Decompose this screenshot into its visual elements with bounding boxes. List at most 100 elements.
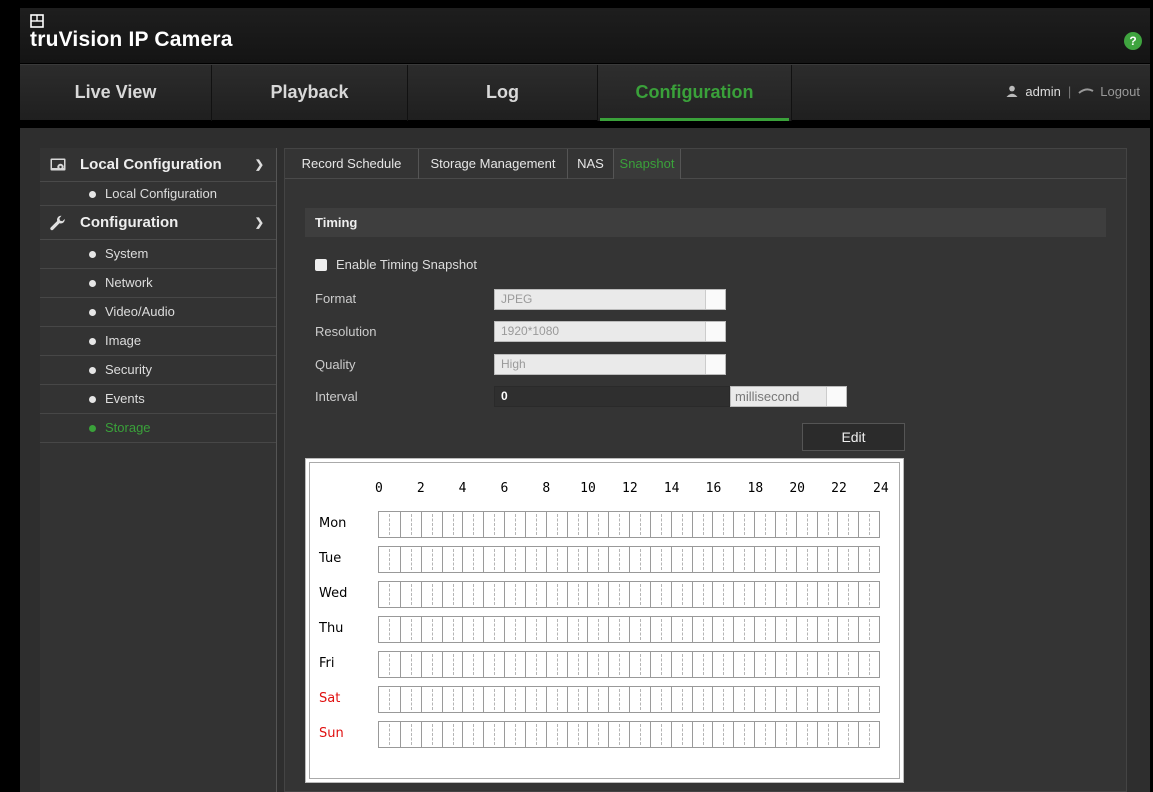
schedule-cell[interactable] [504,687,525,712]
schedule-cell[interactable] [670,547,692,572]
schedule-cell[interactable] [441,547,463,572]
tab-storage-management[interactable]: Storage Management [419,149,568,179]
schedule-cell[interactable] [795,652,817,677]
schedule-cell[interactable] [608,687,629,712]
schedule-cell[interactable] [420,547,442,572]
schedule-cell[interactable] [420,722,442,747]
schedule-cell[interactable] [629,582,650,607]
schedule-cell[interactable] [545,547,567,572]
schedule-cell[interactable] [774,617,796,642]
schedule-cell[interactable] [399,722,421,747]
enable-timing-snapshot-row[interactable]: Enable Timing Snapshot [315,257,477,272]
schedule-cell[interactable] [441,652,463,677]
sidebar-item-system[interactable]: System [40,240,276,269]
schedule-cell[interactable] [691,687,713,712]
schedule-cell[interactable] [566,512,588,537]
schedule-cell[interactable] [712,652,733,677]
schedule-cell[interactable] [462,687,483,712]
sidebar-item-network[interactable]: Network [40,269,276,298]
schedule-cell[interactable] [545,722,567,747]
schedule-cell[interactable] [462,722,483,747]
schedule-cell[interactable] [733,722,754,747]
chevron-down-icon[interactable]: ❯ [255,206,264,240]
schedule-cell[interactable] [858,582,879,607]
schedule-cell[interactable] [795,722,817,747]
schedule-cell[interactable] [774,652,796,677]
sidebar-item-storage[interactable]: Storage [40,414,276,443]
tab-playback[interactable]: Playback [212,65,408,121]
username[interactable]: admin [1025,84,1060,99]
help-icon[interactable]: ? [1124,32,1142,50]
schedule-cell[interactable] [795,617,817,642]
schedule-cell[interactable] [754,722,775,747]
schedule-cell[interactable] [566,617,588,642]
schedule-cell[interactable] [462,582,483,607]
tab-configuration[interactable]: Configuration [598,65,792,121]
schedule-cell[interactable] [858,617,879,642]
schedule-cell[interactable] [399,652,421,677]
schedule-cell[interactable] [566,722,588,747]
schedule-cell[interactable] [483,512,504,537]
schedule-cell[interactable] [816,547,838,572]
schedule-cell[interactable] [774,547,796,572]
schedule-cell[interactable] [441,687,463,712]
tab-record-schedule[interactable]: Record Schedule [285,149,419,179]
schedule-cell[interactable] [379,512,400,537]
schedule-cell[interactable] [733,547,754,572]
schedule-cell[interactable] [691,547,713,572]
sidebar-item-video-audio[interactable]: Video/Audio [40,298,276,327]
schedule-cell[interactable] [545,512,567,537]
schedule-cell[interactable] [858,687,879,712]
schedule-cell[interactable] [483,582,504,607]
schedule-cell[interactable] [712,687,733,712]
schedule-cell[interactable] [733,512,754,537]
schedule-cell[interactable] [379,617,400,642]
schedule-cell[interactable] [462,512,483,537]
schedule-cell[interactable] [754,512,775,537]
tab-nas[interactable]: NAS [568,149,614,179]
schedule-cell[interactable] [524,652,546,677]
schedule-cell[interactable] [524,582,546,607]
schedule-cell[interactable] [587,722,608,747]
schedule-cell[interactable] [733,687,754,712]
schedule-cell[interactable] [649,652,671,677]
schedule-cell[interactable] [816,652,838,677]
schedule-cell[interactable] [399,547,421,572]
schedule-cell[interactable] [774,582,796,607]
schedule-cell[interactable] [837,512,858,537]
schedule-cell[interactable] [587,652,608,677]
schedule-cell[interactable] [483,617,504,642]
schedule-cell[interactable] [837,582,858,607]
schedule-cell[interactable] [629,687,650,712]
schedule-cell[interactable] [649,582,671,607]
schedule-cell[interactable] [483,687,504,712]
schedule-cell[interactable] [587,547,608,572]
sidebar-item-local-configuration[interactable]: Local Configuration [40,182,276,206]
schedule-cell[interactable] [587,687,608,712]
schedule-cell[interactable] [608,722,629,747]
schedule-cell[interactable] [587,582,608,607]
schedule-cell[interactable] [649,617,671,642]
schedule-cell[interactable] [691,512,713,537]
schedule-cell[interactable] [837,722,858,747]
schedule-row[interactable] [378,616,880,643]
schedule-row[interactable] [378,721,880,748]
schedule-cell[interactable] [441,582,463,607]
schedule-cell[interactable] [587,512,608,537]
schedule-cell[interactable] [670,652,692,677]
schedule-cell[interactable] [795,547,817,572]
schedule-cell[interactable] [816,687,838,712]
schedule-cell[interactable] [524,687,546,712]
schedule-cell[interactable] [837,547,858,572]
schedule-cell[interactable] [691,722,713,747]
schedule-cell[interactable] [733,652,754,677]
logout-link[interactable]: Logout [1100,84,1140,99]
schedule-cell[interactable] [504,582,525,607]
chevron-down-icon[interactable]: ❯ [255,148,264,182]
schedule-cell[interactable] [545,687,567,712]
schedule-cell[interactable] [858,547,879,572]
schedule-cell[interactable] [566,582,588,607]
schedule-cell[interactable] [545,582,567,607]
schedule-cell[interactable] [733,617,754,642]
schedule-cell[interactable] [670,722,692,747]
